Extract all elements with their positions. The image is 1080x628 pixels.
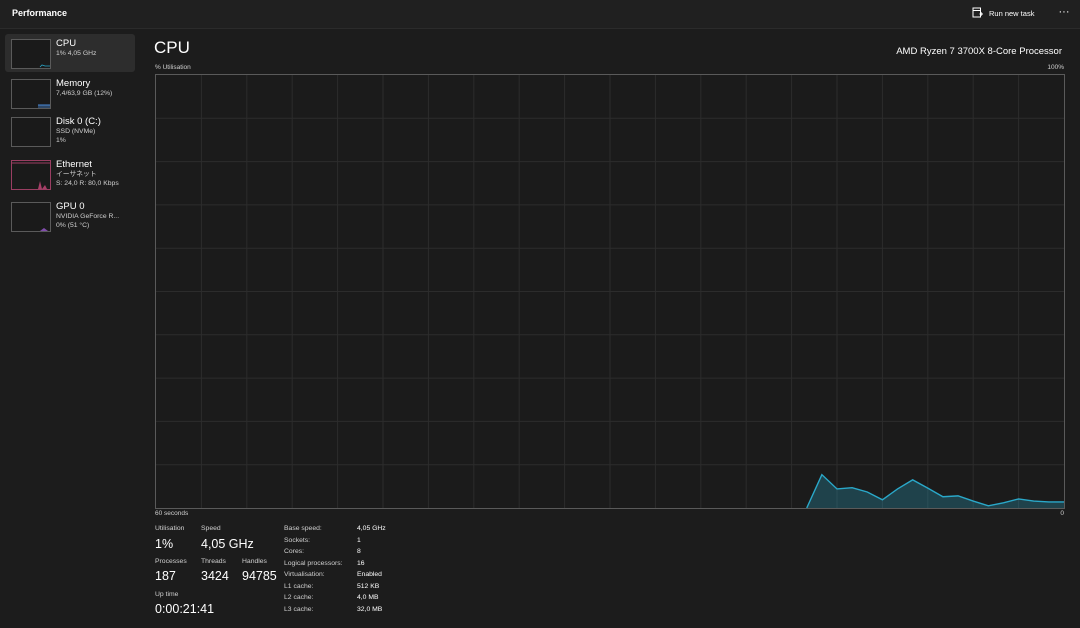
cpu-utilisation-graph: [155, 74, 1065, 509]
x-axis-left-label: 60 seconds: [155, 510, 189, 517]
title-bar: Performance Run new task ···: [0, 0, 1080, 29]
cpu-thumbnail-graph: [11, 39, 51, 69]
spec-key: L1 cache:: [284, 582, 314, 590]
spec-value: 1: [357, 536, 361, 544]
ethernet-thumbnail-graph: [11, 160, 51, 190]
sidebar-item-label: CPU: [56, 38, 77, 49]
x-axis-right-label: 0: [1060, 510, 1064, 517]
spec-value: 4,0 MB: [357, 594, 379, 601]
sidebar-item-detail: SSD (NVMe): [56, 128, 96, 135]
page-title: Performance: [12, 8, 68, 18]
spec-value: Enabled: [357, 571, 382, 578]
y-max-label: 100%: [1047, 64, 1064, 71]
run-new-task-button[interactable]: Run new task: [972, 4, 1044, 22]
speed-value: 4,05 GHz: [201, 537, 254, 551]
sidebar-item-detail: 1% 4,05 GHz: [56, 50, 97, 57]
gpu-thumbnail-graph: [11, 202, 51, 232]
utilisation-value: 1%: [155, 537, 174, 551]
sidebar-item-cpu[interactable]: CPU 1% 4,05 GHz: [5, 34, 135, 72]
spec-key: L3 cache:: [284, 605, 314, 613]
sidebar-item-label: Memory: [56, 78, 91, 89]
sidebar-item-detail: 7,4/63,9 GB (12%): [56, 90, 113, 97]
utilisation-label: Utilisation: [155, 525, 185, 532]
handles-label: Handles: [242, 558, 267, 565]
sidebar-item-ethernet[interactable]: Ethernet イーサネット S: 24,0 R: 80,0 Kbps: [5, 155, 135, 193]
sidebar-item-memory[interactable]: Memory 7,4/63,9 GB (12%): [5, 74, 135, 112]
speed-label: Speed: [201, 525, 221, 532]
uptime-value: 0:00:21:41: [155, 602, 215, 616]
sidebar-item-label: Disk 0 (C:): [56, 116, 101, 127]
disk-thumbnail-graph: [11, 117, 51, 147]
run-new-task-label: Run new task: [989, 8, 1035, 18]
spec-key: Sockets:: [284, 536, 311, 544]
sidebar-item-label: GPU 0: [56, 201, 85, 212]
sidebar-item-gpu[interactable]: GPU 0 NVIDIA GeForce R... 0% (51 °C): [5, 197, 135, 235]
threads-label: Threads: [201, 558, 226, 565]
sidebar: CPU 1% 4,05 GHz Memory 7,4/63,9 GB (12%)…: [0, 29, 140, 628]
spec-key: Virtualisation:: [284, 571, 325, 578]
sidebar-item-disk[interactable]: Disk 0 (C:) SSD (NVMe) 1%: [5, 112, 135, 150]
spec-key: Base speed:: [284, 525, 322, 532]
more-options-button[interactable]: ···: [1054, 2, 1074, 22]
sidebar-item-detail: イーサネット: [56, 171, 97, 178]
spec-value: 32,0 MB: [357, 605, 383, 613]
handles-value: 94785: [242, 569, 277, 583]
sidebar-item-detail: NVIDIA GeForce R...: [56, 213, 120, 220]
spec-value: 4,05 GHz: [357, 525, 386, 532]
spec-key: Logical processors:: [284, 559, 343, 567]
sidebar-item-detail: 1%: [56, 137, 66, 144]
spec-key: Cores:: [284, 548, 305, 555]
run-task-icon: [972, 7, 983, 18]
uptime-label: Up time: [155, 591, 179, 598]
sidebar-item-label: Ethernet: [56, 159, 92, 170]
spec-key: L2 cache:: [284, 594, 314, 601]
processor-name: AMD Ryzen 7 3700X 8-Core Processor: [896, 46, 1062, 57]
main-title: CPU: [154, 38, 190, 57]
processes-label: Processes: [155, 558, 187, 565]
processes-value: 187: [155, 569, 176, 583]
sidebar-item-detail: S: 24,0 R: 80,0 Kbps: [56, 180, 119, 187]
spec-value: 8: [357, 548, 361, 555]
threads-value: 3424: [201, 569, 229, 583]
sidebar-item-detail: 0% (51 °C): [56, 222, 90, 229]
memory-thumbnail-graph: [11, 79, 51, 109]
cpu-chart-svg: [156, 75, 1064, 508]
spec-value: 16: [357, 559, 365, 567]
cpu-area-fill: [806, 474, 1064, 508]
spec-value: 512 KB: [357, 582, 380, 590]
y-axis-label: % Utilisation: [155, 64, 191, 71]
